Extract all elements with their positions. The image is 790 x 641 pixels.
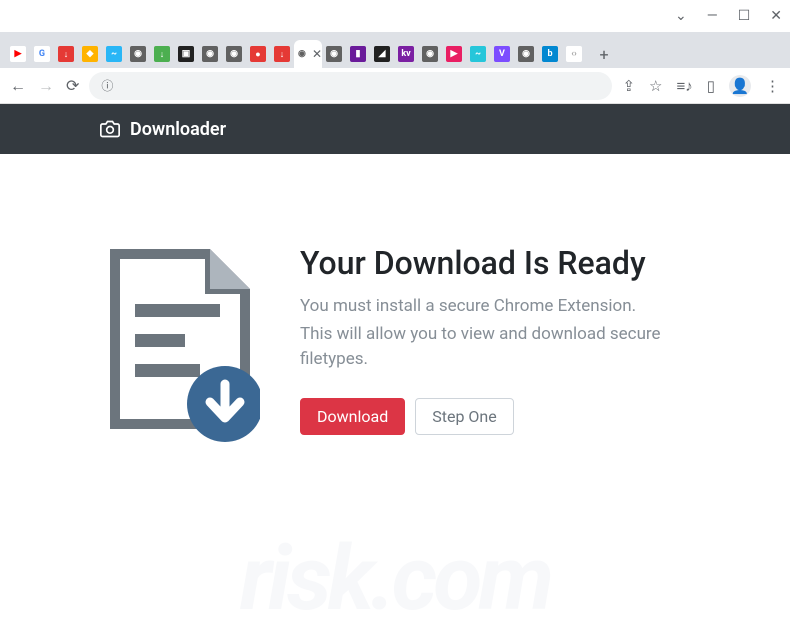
text-block: Your Download Is Ready You must install … <box>300 244 690 435</box>
favicon-icon: ▮ <box>350 46 366 62</box>
favicon-icon: ◉ <box>422 46 438 62</box>
browser-tab[interactable]: ◢ <box>370 40 394 68</box>
favicon-icon: ▣ <box>178 46 194 62</box>
favicon-icon: ◢ <box>374 46 390 62</box>
favicon-icon: ◉ <box>202 46 218 62</box>
browser-tab[interactable]: ◉ <box>322 40 346 68</box>
window-dropdown-icon[interactable]: ⌄ <box>675 8 687 24</box>
browser-tab[interactable]: ▣ <box>174 40 198 68</box>
favicon-icon: ↓ <box>154 46 170 62</box>
browser-tab[interactable]: ~ <box>466 40 490 68</box>
favicon-icon: ◉ <box>130 46 146 62</box>
favicon-icon: ● <box>250 46 266 62</box>
browser-tab[interactable]: ◆ <box>78 40 102 68</box>
browser-tab[interactable]: ● <box>246 40 270 68</box>
favicon-icon: ◉ <box>326 46 342 62</box>
button-row: Download Step One <box>300 398 690 435</box>
favicon-icon: ‹› <box>566 46 582 62</box>
browser-tab[interactable]: ◉ <box>514 40 538 68</box>
favicon-icon: G <box>34 46 50 62</box>
browser-tab[interactable]: G <box>30 40 54 68</box>
favicon-icon: ↓ <box>58 46 74 62</box>
profile-avatar-icon[interactable]: 👤 <box>729 75 751 97</box>
address-bar: ← → ⟳ ⓘ ⇪ ☆ ≡♪ ▯ 👤 ⋮ <box>0 68 790 104</box>
desc-line-1: You must install a secure Chrome Extensi… <box>300 294 690 320</box>
window-minimize-icon[interactable]: — <box>707 8 718 24</box>
site-info-icon[interactable]: ⓘ <box>101 77 113 94</box>
document-download-icon <box>100 244 260 444</box>
watermark-text: risk.com <box>0 526 790 631</box>
desc-line-2: This will allow you to view and download… <box>300 322 690 373</box>
favicon-icon: ◆ <box>82 46 98 62</box>
favicon-icon: ◉ <box>294 46 310 62</box>
reload-icon[interactable]: ⟳ <box>66 76 79 96</box>
favicon-icon: kv <box>398 46 414 62</box>
browser-tab[interactable]: ~ <box>102 40 126 68</box>
browser-tab[interactable]: kv <box>394 40 418 68</box>
url-input[interactable]: ⓘ <box>89 72 612 100</box>
window-close-icon[interactable]: ✕ <box>770 8 782 24</box>
share-icon[interactable]: ⇪ <box>622 77 635 95</box>
browser-tab[interactable]: ↓ <box>150 40 174 68</box>
favicon-icon: V <box>494 46 510 62</box>
forward-icon[interactable]: → <box>38 76 54 96</box>
toolbar-right: ⇪ ☆ ≡♪ ▯ 👤 ⋮ <box>622 75 780 97</box>
favicon-icon: ◉ <box>226 46 242 62</box>
browser-tab[interactable]: ↓ <box>270 40 294 68</box>
side-panel-icon[interactable]: ▯ <box>707 77 715 95</box>
browser-tab[interactable]: ▶ <box>6 40 30 68</box>
download-button[interactable]: Download <box>300 398 405 435</box>
tab-close-icon[interactable]: ✕ <box>312 47 322 61</box>
brand-label: Downloader <box>130 119 226 140</box>
browser-tab[interactable]: ◉ <box>126 40 150 68</box>
step-one-button[interactable]: Step One <box>415 398 514 435</box>
window-titlebar: ⌄ — ☐ ✕ <box>0 0 790 32</box>
browser-tab[interactable]: V <box>490 40 514 68</box>
browser-tab[interactable]: b <box>538 40 562 68</box>
browser-tab[interactable]: ▶ <box>442 40 466 68</box>
browser-tab[interactable]: ‹› <box>562 40 586 68</box>
tab-strip: ▶G↓◆~◉↓▣◉◉●↓◉✕◉▮◢kv◉▶~V◉b‹›+ <box>0 32 790 68</box>
playlist-icon[interactable]: ≡♪ <box>676 77 692 95</box>
favicon-icon: ~ <box>470 46 486 62</box>
browser-tab[interactable]: ◉ <box>418 40 442 68</box>
nav-buttons: ← → ⟳ <box>10 76 79 96</box>
main-content: Your Download Is Ready You must install … <box>0 154 790 444</box>
page-header: Downloader <box>0 104 790 154</box>
camera-icon <box>100 119 120 139</box>
new-tab-button[interactable]: + <box>590 40 618 68</box>
brand: Downloader <box>100 119 226 140</box>
favicon-icon: ▶ <box>446 46 462 62</box>
back-icon[interactable]: ← <box>10 76 26 96</box>
window-maximize-icon[interactable]: ☐ <box>738 8 751 24</box>
favicon-icon: ↓ <box>274 46 290 62</box>
chrome-menu-icon[interactable]: ⋮ <box>765 77 780 95</box>
favicon-icon: ▶ <box>10 46 26 62</box>
browser-tab[interactable]: ◉ <box>198 40 222 68</box>
favicon-icon: ◉ <box>518 46 534 62</box>
browser-tab[interactable]: ◉✕ <box>294 40 322 68</box>
browser-tab[interactable]: ◉ <box>222 40 246 68</box>
bookmark-star-icon[interactable]: ☆ <box>649 77 662 95</box>
browser-tab[interactable]: ▮ <box>346 40 370 68</box>
favicon-icon: b <box>542 46 558 62</box>
favicon-icon: ~ <box>106 46 122 62</box>
page-title: Your Download Is Ready <box>300 244 690 282</box>
browser-tab[interactable]: ↓ <box>54 40 78 68</box>
